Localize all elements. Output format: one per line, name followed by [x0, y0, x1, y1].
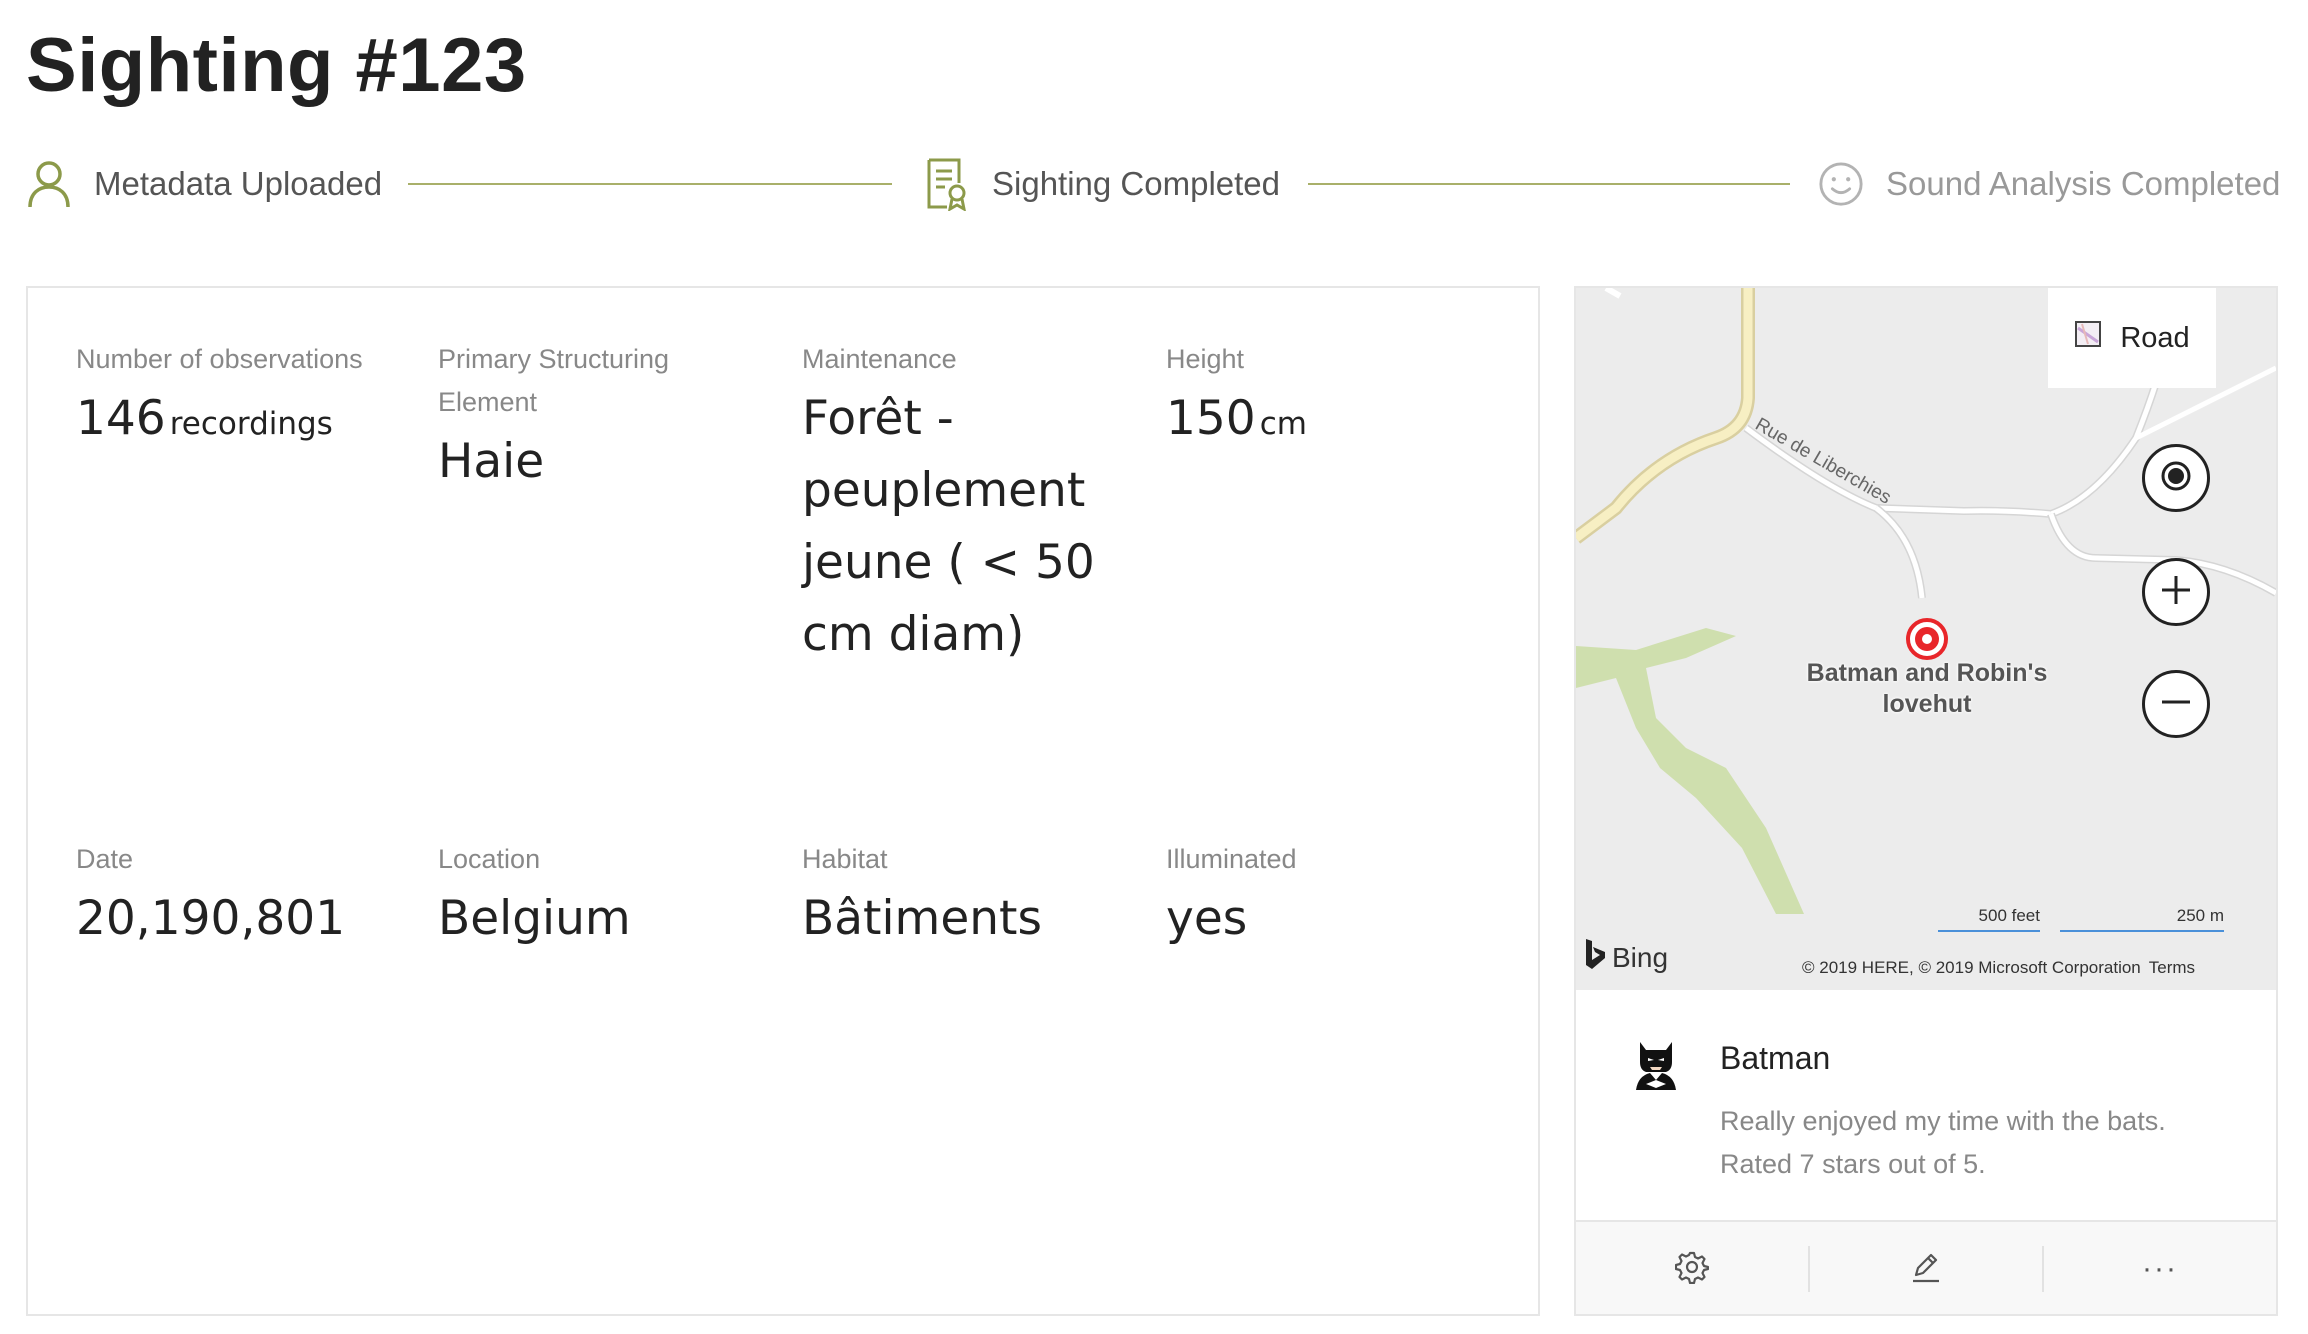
comment-text: Really enjoyed my time with the bats. Ra… — [1720, 1106, 2166, 1179]
road-map-icon — [2074, 320, 2102, 356]
field-value: yes — [1166, 891, 1248, 946]
copyright-text: © 2019 HERE, © 2019 Microsoft Corporatio… — [1802, 958, 2141, 977]
comment-author: Batman — [1720, 1040, 1831, 1076]
gear-icon — [1674, 1250, 1710, 1289]
field-value: 146 recordings — [76, 383, 406, 460]
step-metadata-uploaded: Metadata Uploaded — [26, 152, 382, 216]
step-sound-analysis-completed: Sound Analysis Completed — [1818, 152, 2280, 216]
field-observations: Number of observations 146 recordings — [76, 338, 406, 460]
field-value: Bâtiments — [802, 891, 1042, 946]
edit-button[interactable] — [1810, 1222, 2042, 1314]
map-style-label: Road — [2120, 321, 2190, 354]
location-pin-icon[interactable] — [1906, 618, 1948, 660]
bing-icon — [1584, 938, 1606, 977]
terms-link[interactable]: Terms — [2149, 958, 2195, 977]
field-label: Primary Structuring Element — [438, 344, 670, 417]
field-label: Date — [76, 844, 134, 874]
field-value: Forêt - peuplement jeune ( < 50 cm diam) — [802, 391, 1095, 662]
field-date: Date 20,190,801 — [76, 838, 406, 955]
batman-icon — [1632, 1042, 1680, 1096]
field-value: Belgium — [438, 891, 631, 946]
zoom-out-button[interactable] — [2142, 670, 2210, 738]
smiley-icon — [1818, 157, 1864, 211]
page-title: Sighting #123 — [26, 23, 527, 108]
zoom-in-button[interactable] — [2142, 558, 2210, 626]
field-value: 150 cm — [1166, 383, 1496, 460]
more-button[interactable]: ··· — [2044, 1222, 2276, 1314]
locate-me-button[interactable] — [2142, 444, 2210, 512]
field-label: Habitat — [802, 844, 888, 874]
bing-label: Bing — [1612, 941, 1669, 973]
map-copyright: © 2019 HERE, © 2019 Microsoft Corporatio… — [1802, 958, 2195, 978]
field-structuring-element: Primary Structuring Element Haie — [438, 338, 738, 498]
minus-icon — [2156, 682, 2196, 727]
observations-unit: recordings — [169, 406, 333, 442]
scale-metric: 250 m — [2060, 906, 2224, 932]
pin-label: Batman and Robin's lovehut — [1806, 659, 2048, 718]
field-habitat: Habitat Bâtiments — [802, 838, 1132, 955]
field-label: Location — [438, 844, 541, 874]
field-location: Location Belgium — [438, 838, 768, 955]
field-maintenance: Maintenance Forêt - peuplement jeune ( <… — [802, 338, 1122, 671]
step-connector — [408, 183, 892, 185]
bing-logo[interactable]: Bing — [1584, 938, 1668, 977]
observations-count: 146 — [76, 391, 166, 446]
field-value: Haie — [438, 434, 545, 489]
map[interactable]: Rue de Liberchies Road Batman and Robin'… — [1576, 288, 2276, 990]
plus-icon — [2156, 570, 2196, 615]
step-label: Sighting Completed — [992, 165, 1281, 202]
locate-icon — [2156, 456, 2196, 501]
certificate-icon — [924, 157, 970, 211]
person-icon — [26, 157, 72, 211]
field-label: Number of observations — [76, 344, 363, 374]
card-actions: ··· — [1576, 1220, 2276, 1314]
field-label: Maintenance — [802, 344, 957, 374]
height-value: 150 — [1166, 391, 1256, 446]
pencil-icon — [1909, 1250, 1943, 1289]
location-card: Rue de Liberchies Road Batman and Robin'… — [1574, 286, 2278, 1316]
field-label: Illuminated — [1166, 844, 1297, 874]
settings-button[interactable] — [1576, 1222, 1808, 1314]
sighting-details-card: Number of observations 146 recordings Pri… — [26, 286, 1540, 1316]
step-sighting-completed: Sighting Completed — [924, 152, 1280, 216]
field-height: Height 150 cm — [1166, 338, 1496, 460]
field-label: Height — [1166, 344, 1245, 374]
field-illuminated: Illuminated yes — [1166, 838, 1496, 955]
map-style-button[interactable]: Road — [2048, 288, 2216, 388]
field-value: 20,190,801 — [76, 891, 346, 946]
comment: Batman Really enjoyed my time with the b… — [1576, 990, 2276, 1216]
step-label: Sound Analysis Completed — [1886, 165, 2281, 202]
more-icon: ··· — [2142, 1252, 2178, 1285]
avatar — [1632, 1040, 1680, 1092]
height-unit: cm — [1259, 406, 1307, 442]
scale-imperial: 500 feet — [1938, 906, 2040, 932]
step-label: Metadata Uploaded — [94, 165, 383, 202]
step-connector — [1308, 183, 1790, 185]
